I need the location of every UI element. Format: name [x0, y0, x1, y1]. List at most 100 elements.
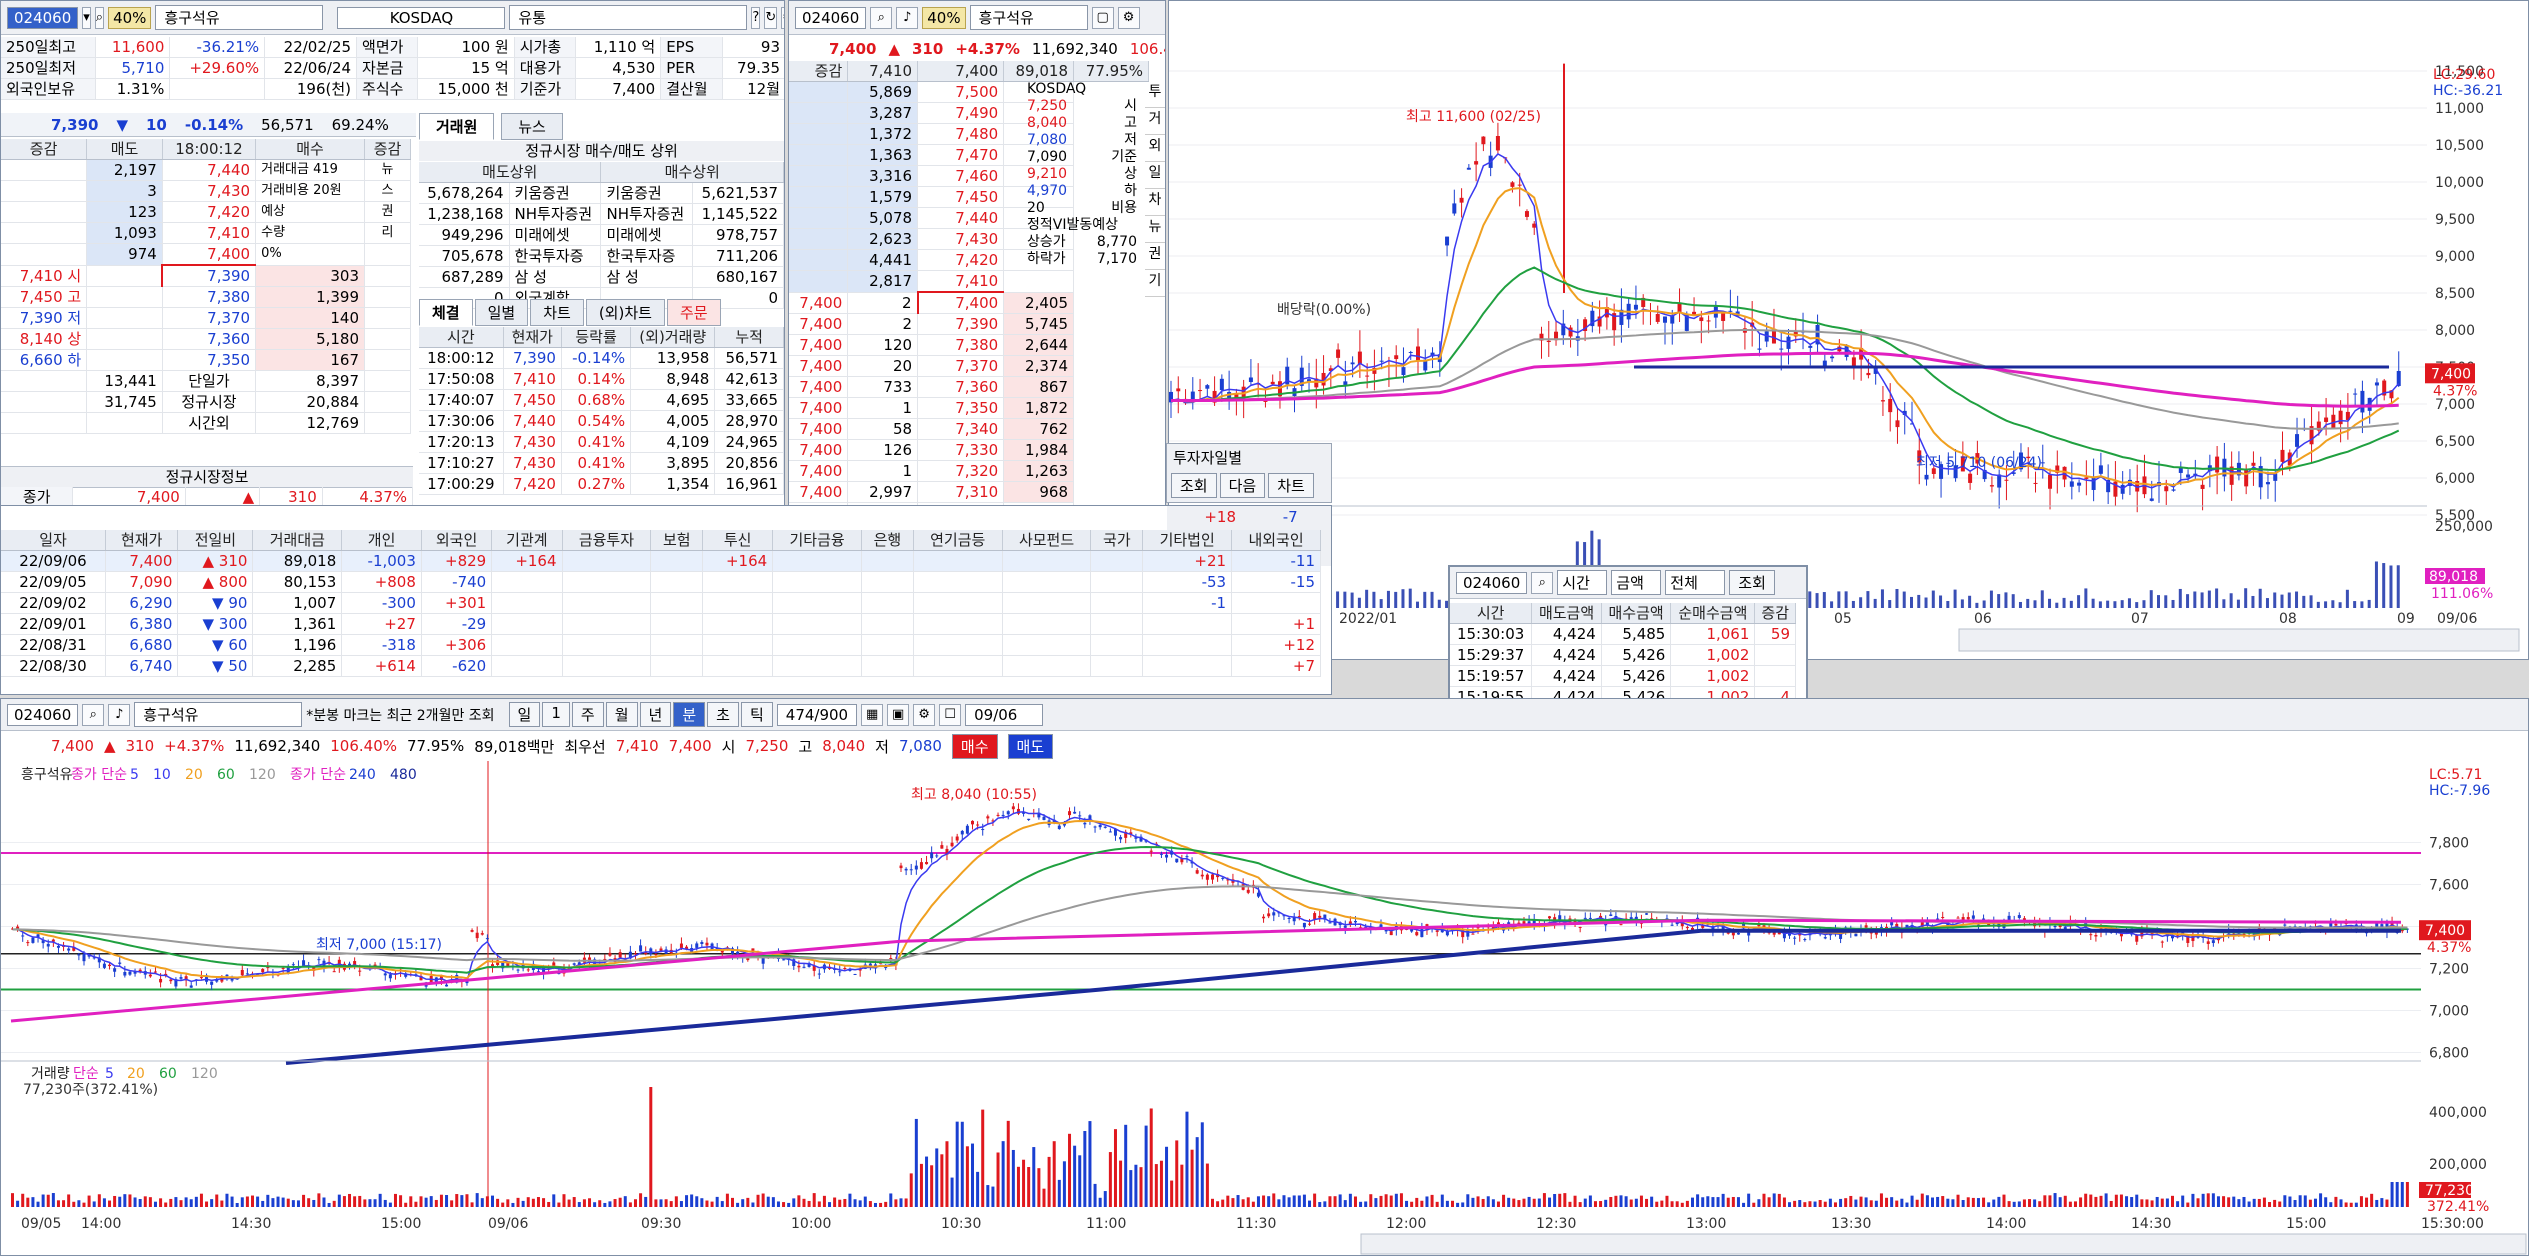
- mid-bid-row[interactable]: 7,400 1 7,320 1,263: [789, 460, 1149, 482]
- candle-body: [445, 984, 449, 987]
- all-dropdown[interactable]: 전체: [1665, 570, 1726, 595]
- volume-bar: [1149, 1108, 1153, 1207]
- period-button[interactable]: 년: [639, 702, 672, 727]
- ask-row[interactable]: 123 7,420 예상 권: [1, 201, 411, 223]
- investor-row[interactable]: 22/09/02 6,290 ▼ 90 1,007 -300 +301 -1: [1, 592, 1321, 614]
- investor-header: 사모펀드: [1002, 530, 1092, 551]
- mid-side-tab[interactable]: 외: [1145, 135, 1165, 162]
- query-button[interactable]: 조회: [1729, 570, 1775, 595]
- search-icon[interactable]: ⌕: [82, 703, 105, 726]
- checkbox-icon[interactable]: ☐: [939, 703, 962, 726]
- search-icon[interactable]: ⌕: [870, 6, 893, 29]
- period-button[interactable]: 주: [571, 702, 604, 727]
- help-icon[interactable]: ?: [751, 6, 761, 29]
- candle-count[interactable]: 474/900: [776, 703, 858, 726]
- investor-row[interactable]: 22/09/06 7,400 ▲ 310 89,018 -1,003 +829 +164 +1…: [1, 550, 1321, 572]
- volume-bar: [2251, 595, 2255, 608]
- stock-name[interactable]: 흥구석유: [155, 5, 324, 30]
- stock-code-input[interactable]: 024060: [795, 6, 867, 29]
- ask-row[interactable]: 3 7,430 거래비용 20원 스: [1, 180, 411, 202]
- trade-tab[interactable]: 차트: [530, 299, 584, 326]
- orderbook-quote: 7,400 ▲ 310 +4.37% 11,692,340 106.40%: [789, 37, 1165, 61]
- period-button[interactable]: 초: [707, 702, 739, 727]
- investor-row[interactable]: 22/09/05 7,090 ▲ 800 80,153 +808 -740 -53 -15: [1, 571, 1321, 593]
- mid-bid-label: 7,400: [789, 460, 849, 482]
- bid-row[interactable]: 7,410 시 7,390 303: [1, 264, 411, 287]
- mid-bid-row[interactable]: 7,400 126 7,330 1,984: [789, 439, 1149, 461]
- investor-chart-button[interactable]: 차트: [1268, 473, 1314, 498]
- mid-bid-row[interactable]: 7,400 2 7,400 2,405: [789, 291, 1149, 314]
- time-dropdown[interactable]: 시간: [1557, 570, 1608, 595]
- investor-row[interactable]: 22/08/30 6,740 ▼ 50 2,285 +614 -620 +7: [1, 655, 1321, 677]
- mid-side-tab[interactable]: 거: [1145, 108, 1165, 135]
- info-cell: 기준가: [514, 78, 577, 100]
- refresh-icon[interactable]: ↻: [764, 6, 778, 29]
- search-icon[interactable]: ⌕: [94, 6, 105, 29]
- window-icon[interactable]: ▢: [1091, 6, 1114, 29]
- period-button[interactable]: 1: [542, 702, 570, 727]
- mid-bid-row[interactable]: 7,400 58 7,340 762: [789, 418, 1149, 440]
- speaker-icon[interactable]: ♪: [896, 6, 919, 29]
- period-button[interactable]: 일: [508, 702, 541, 727]
- gear-icon[interactable]: ⚙: [1117, 6, 1140, 29]
- ask-row[interactable]: 2,197 7,440 거래대금 419 뉴: [1, 159, 411, 181]
- trade-header: 현재가: [503, 327, 562, 348]
- investor-next-button[interactable]: 다음: [1219, 473, 1266, 498]
- tab-news[interactable]: 뉴스: [501, 113, 563, 140]
- mid-ask-row[interactable]: 2,817 7,410: [789, 270, 1149, 293]
- chart-tool-icon[interactable]: ▦: [861, 703, 884, 726]
- bid-row[interactable]: 7,390 저 7,370 140: [1, 307, 411, 329]
- mid-bid-row[interactable]: 7,400 733 7,360 867: [789, 376, 1149, 398]
- gear-icon[interactable]: ⚙: [781, 6, 784, 29]
- period-button[interactable]: 월: [605, 702, 638, 727]
- bid-row[interactable]: 6,660 하 7,350 167: [1, 349, 411, 371]
- trade-tab[interactable]: 일별: [474, 299, 529, 326]
- trade-tab[interactable]: (외)차트: [585, 299, 665, 326]
- lc-label: LC:5.71: [2429, 767, 2482, 783]
- mid-bid-row[interactable]: 7,400 120 7,380 2,644: [789, 334, 1149, 356]
- investor-row[interactable]: 22/09/01 6,380 ▼ 300 1,361 +27 -29 +1: [1, 613, 1321, 635]
- mid-bid-row[interactable]: 7,400 20 7,370 2,374: [789, 355, 1149, 377]
- period-button[interactable]: 틱: [740, 702, 773, 727]
- sell-button[interactable]: 매도: [1007, 733, 1054, 759]
- stock-name[interactable]: 흥구석유: [134, 702, 303, 727]
- bid-row[interactable]: 8,140 상 7,360 5,180: [1, 328, 411, 350]
- date-field[interactable]: 09/06: [965, 703, 1044, 726]
- trade-tab[interactable]: 체결: [419, 299, 473, 326]
- mid-side-tab[interactable]: 차: [1145, 189, 1165, 216]
- mid-side-tab[interactable]: 권: [1145, 243, 1165, 270]
- save-icon[interactable]: ▣: [887, 703, 910, 726]
- high-annotation: 최고 11,600 (02/25): [1406, 109, 1541, 125]
- mid-side-tab[interactable]: 기: [1145, 270, 1165, 297]
- investor-query-button[interactable]: 조회: [1171, 473, 1217, 498]
- mid-side-tab[interactable]: 일: [1145, 162, 1165, 189]
- mid-side-tab[interactable]: 투: [1145, 81, 1165, 108]
- stock-code-input[interactable]: 024060: [7, 6, 79, 29]
- mid-bid-row[interactable]: 7,400 1 7,350 1,872: [789, 397, 1149, 419]
- mid-bid-row[interactable]: 7,400 2 7,390 5,745: [789, 313, 1149, 335]
- buy-button[interactable]: 매수: [951, 733, 998, 759]
- amount-dropdown[interactable]: 금액: [1611, 570, 1662, 595]
- intraday-candle-chart[interactable]: 흥구석유종가 단순 5 10 20 60 120 종가 단순 240 480 LC:5.71HC:…: [1, 761, 2529, 1256]
- ask-row[interactable]: 974 7,400 0%: [1, 243, 411, 266]
- dropdown-icon[interactable]: ▾: [82, 6, 91, 29]
- volume-legend-item: 단순: [73, 1066, 99, 1082]
- mid-bid-row[interactable]: 7,400 2,997 7,310 968: [789, 481, 1149, 503]
- gear-icon[interactable]: ⚙: [913, 703, 936, 726]
- period-button[interactable]: 분: [673, 702, 706, 727]
- stock-code-input[interactable]: 024060: [7, 703, 79, 726]
- stock-name[interactable]: 흥구석유: [969, 5, 1088, 30]
- speaker-icon[interactable]: ♪: [108, 703, 131, 726]
- tab-broker[interactable]: 거래원: [419, 113, 495, 140]
- trade-tab[interactable]: 주문: [666, 299, 721, 326]
- mid-side-tab[interactable]: 뉴: [1145, 216, 1165, 243]
- candle-body: [996, 814, 1000, 816]
- volume-bar: [843, 1198, 847, 1207]
- bid-row[interactable]: 7,450 고 7,380 1,399: [1, 286, 411, 308]
- stock-code-input[interactable]: 024060: [1456, 571, 1528, 594]
- search-icon[interactable]: ⌕: [1531, 571, 1554, 594]
- ask-row[interactable]: 1,093 7,410 수량 리: [1, 222, 411, 244]
- investor-row[interactable]: 22/08/31 6,680 ▼ 60 1,196 -318 +306 +12: [1, 634, 1321, 656]
- daily-candle-chart[interactable]: 11,50011,00010,50010,0009,5009,0008,5008…: [1169, 1, 2529, 660]
- trade-header: 시간: [419, 327, 504, 348]
